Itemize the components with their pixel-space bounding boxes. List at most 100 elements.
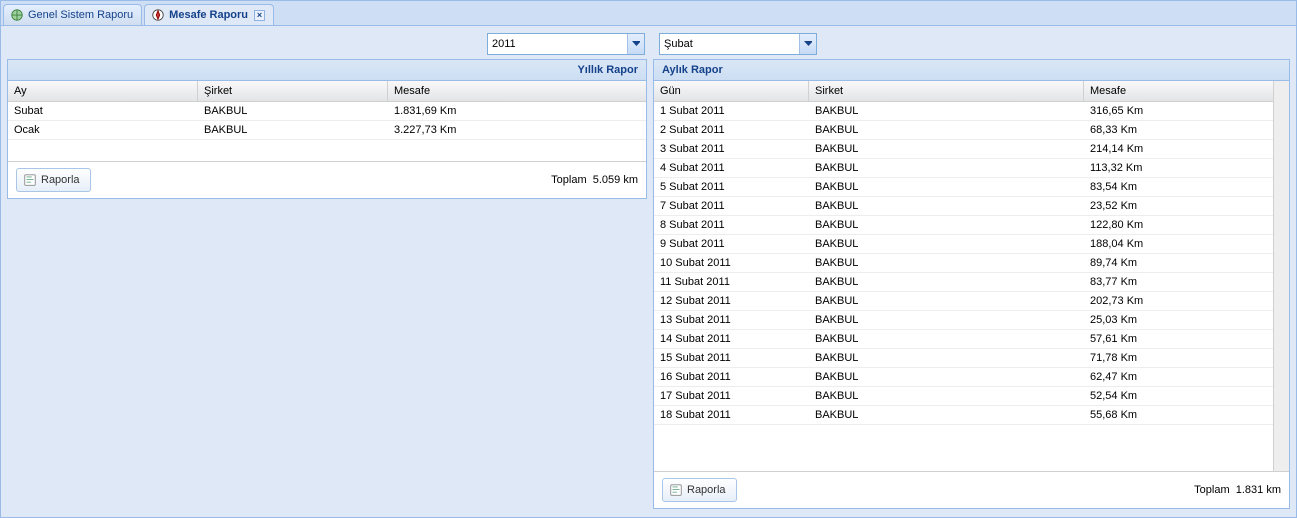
tab-bar: Genel Sistem Raporu Mesafe Raporu ×	[1, 1, 1296, 26]
yearly-grid-body: SubatBAKBUL1.831,69 KmOcakBAKBUL3.227,73…	[8, 102, 646, 161]
cell-distance: 316,65 Km	[1084, 102, 1273, 120]
cell-distance: 89,74 Km	[1084, 254, 1273, 272]
col-distance[interactable]: Mesafe	[388, 81, 646, 101]
yearly-total: Toplam 5.059 km	[551, 174, 638, 186]
col-company[interactable]: Sirket	[809, 81, 1084, 101]
report-button-label: Raporla	[687, 484, 726, 496]
col-day[interactable]: Gün	[654, 81, 809, 101]
globe-icon	[10, 8, 24, 22]
monthly-grid-header: Gün Sirket Mesafe	[654, 81, 1273, 102]
cell-distance: 188,04 Km	[1084, 235, 1273, 253]
cell-company: BAKBUL	[809, 292, 1084, 310]
selector-row: 2011 Şubat	[7, 33, 1290, 55]
cell-distance: 62,47 Km	[1084, 368, 1273, 386]
table-row[interactable]: SubatBAKBUL1.831,69 Km	[8, 102, 646, 121]
table-row[interactable]: 5 Subat 2011BAKBUL83,54 Km	[654, 178, 1273, 197]
table-row[interactable]: 9 Subat 2011BAKBUL188,04 Km	[654, 235, 1273, 254]
year-select[interactable]: 2011	[487, 33, 645, 55]
month-select[interactable]: Şubat	[659, 33, 817, 55]
cell-company: BAKBUL	[198, 121, 388, 139]
scrollbar-track[interactable]	[1273, 81, 1289, 471]
report-button[interactable]: Raporla	[16, 168, 91, 192]
table-row[interactable]: 7 Subat 2011BAKBUL23,52 Km	[654, 197, 1273, 216]
cell-distance: 71,78 Km	[1084, 349, 1273, 367]
table-row[interactable]: 3 Subat 2011BAKBUL214,14 Km	[654, 140, 1273, 159]
col-company[interactable]: Şirket	[198, 81, 388, 101]
yearly-report-panel: Yıllık Rapor Ay Şirket Mesafe SubatBAKBU…	[7, 59, 647, 199]
cell-distance: 25,03 Km	[1084, 311, 1273, 329]
tab-label: Genel Sistem Raporu	[28, 9, 133, 21]
col-distance[interactable]: Mesafe	[1084, 81, 1273, 101]
report-button[interactable]: Raporla	[662, 478, 737, 502]
cell-distance: 202,73 Km	[1084, 292, 1273, 310]
cell-company: BAKBUL	[809, 159, 1084, 177]
cell-day: 16 Subat 2011	[654, 368, 809, 386]
cell-company: BAKBUL	[809, 216, 1084, 234]
panel-title: Aylık Rapor	[654, 60, 1289, 81]
cell-distance: 83,54 Km	[1084, 178, 1273, 196]
month-select-value: Şubat	[660, 38, 697, 50]
cell-distance: 113,32 Km	[1084, 159, 1273, 177]
cell-company: BAKBUL	[809, 121, 1084, 139]
cell-distance: 68,33 Km	[1084, 121, 1273, 139]
cell-company: BAKBUL	[809, 102, 1084, 120]
table-row[interactable]: 17 Subat 2011BAKBUL52,54 Km	[654, 387, 1273, 406]
cell-day: 13 Subat 2011	[654, 311, 809, 329]
close-icon[interactable]: ×	[254, 10, 265, 21]
cell-day: 2 Subat 2011	[654, 121, 809, 139]
cell-distance: 52,54 Km	[1084, 387, 1273, 405]
cell-company: BAKBUL	[809, 406, 1084, 424]
monthly-total: Toplam 1.831 km	[1194, 484, 1281, 496]
cell-company: BAKBUL	[809, 368, 1084, 386]
table-row[interactable]: 13 Subat 2011BAKBUL25,03 Km	[654, 311, 1273, 330]
table-row[interactable]: 8 Subat 2011BAKBUL122,80 Km	[654, 216, 1273, 235]
table-row[interactable]: 16 Subat 2011BAKBUL62,47 Km	[654, 368, 1273, 387]
cell-day: 12 Subat 2011	[654, 292, 809, 310]
col-month[interactable]: Ay	[8, 81, 198, 101]
tab-distance-report[interactable]: Mesafe Raporu ×	[144, 4, 274, 25]
table-row[interactable]: 2 Subat 2011BAKBUL68,33 Km	[654, 121, 1273, 140]
cell-day: 3 Subat 2011	[654, 140, 809, 158]
cell-day: 17 Subat 2011	[654, 387, 809, 405]
table-row[interactable]: 18 Subat 2011BAKBUL55,68 Km	[654, 406, 1273, 425]
table-row[interactable]: 14 Subat 2011BAKBUL57,61 Km	[654, 330, 1273, 349]
cell-distance: 214,14 Km	[1084, 140, 1273, 158]
cell-company: BAKBUL	[809, 273, 1084, 291]
tab-label: Mesafe Raporu	[169, 9, 248, 21]
cell-day: 18 Subat 2011	[654, 406, 809, 424]
chevron-down-icon[interactable]	[627, 34, 644, 54]
cell-company: BAKBUL	[198, 102, 388, 120]
cell-day: 4 Subat 2011	[654, 159, 809, 177]
cell-month: Ocak	[8, 121, 198, 139]
table-row[interactable]: 1 Subat 2011BAKBUL316,65 Km	[654, 102, 1273, 121]
yearly-grid-header: Ay Şirket Mesafe	[8, 81, 646, 102]
chevron-down-icon[interactable]	[799, 34, 816, 54]
cell-day: 11 Subat 2011	[654, 273, 809, 291]
cell-day: 15 Subat 2011	[654, 349, 809, 367]
monthly-grid-body[interactable]: 1 Subat 2011BAKBUL316,65 Km2 Subat 2011B…	[654, 102, 1273, 471]
compass-icon	[151, 8, 165, 22]
table-row[interactable]: 4 Subat 2011BAKBUL113,32 Km	[654, 159, 1273, 178]
table-row[interactable]: 11 Subat 2011BAKBUL83,77 Km	[654, 273, 1273, 292]
cell-day: 14 Subat 2011	[654, 330, 809, 348]
table-row[interactable]: 15 Subat 2011BAKBUL71,78 Km	[654, 349, 1273, 368]
monthly-report-panel: Aylık Rapor Gün Sirket Mesafe 1 Subat 20…	[653, 59, 1290, 509]
cell-company: BAKBUL	[809, 330, 1084, 348]
report-icon	[23, 173, 37, 187]
cell-distance: 23,52 Km	[1084, 197, 1273, 215]
tab-general-system-report[interactable]: Genel Sistem Raporu	[3, 4, 142, 25]
cell-distance: 122,80 Km	[1084, 216, 1273, 234]
cell-company: BAKBUL	[809, 197, 1084, 215]
cell-day: 10 Subat 2011	[654, 254, 809, 272]
cell-company: BAKBUL	[809, 349, 1084, 367]
cell-distance: 83,77 Km	[1084, 273, 1273, 291]
cell-company: BAKBUL	[809, 235, 1084, 253]
cell-company: BAKBUL	[809, 254, 1084, 272]
table-row[interactable]: 10 Subat 2011BAKBUL89,74 Km	[654, 254, 1273, 273]
cell-distance: 1.831,69 Km	[388, 102, 646, 120]
cell-day: 7 Subat 2011	[654, 197, 809, 215]
table-row[interactable]: 12 Subat 2011BAKBUL202,73 Km	[654, 292, 1273, 311]
report-icon	[669, 483, 683, 497]
table-row[interactable]: OcakBAKBUL3.227,73 Km	[8, 121, 646, 140]
cell-day: 1 Subat 2011	[654, 102, 809, 120]
